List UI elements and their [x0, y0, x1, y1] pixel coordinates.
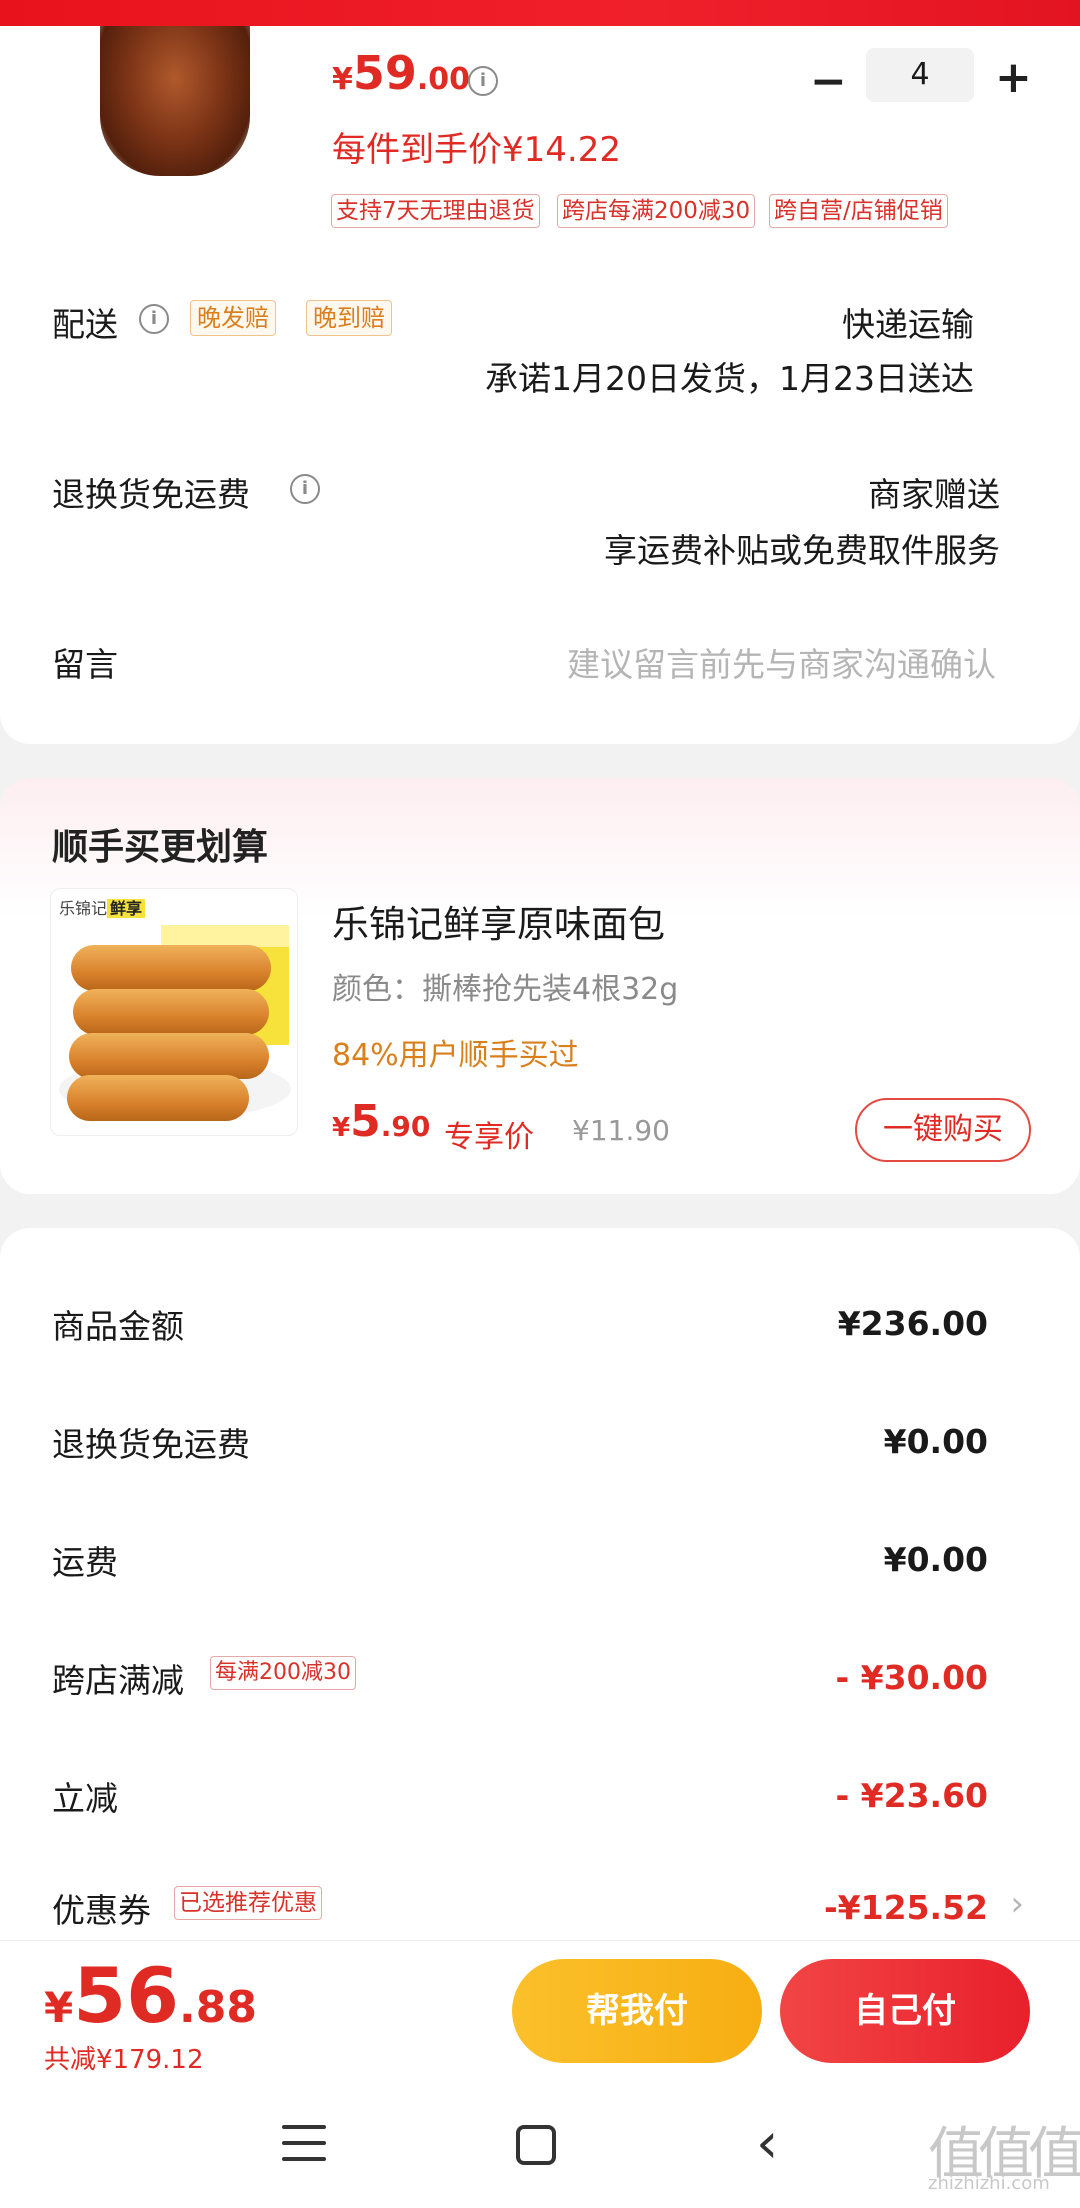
- summary-label-instant-discount: 立减: [52, 1779, 118, 1818]
- upsell-title: 顺手买更划算: [52, 827, 269, 868]
- delivery-info-icon[interactable]: i: [139, 304, 169, 334]
- upsell-card: 顺手买更划算 乐锦记 鲜享 乐锦记鲜享原味面包 颜色：撕棒抢先装4根32g 84%…: [0, 778, 1080, 1194]
- help-me-pay-button[interactable]: 帮我付: [512, 1959, 762, 2063]
- delivery-method[interactable]: 快递运输: [842, 298, 974, 346]
- back-icon[interactable]: ‹: [756, 2111, 778, 2176]
- delivery-label: 配送: [52, 305, 118, 344]
- watermark-url: zhizhizhi.com: [928, 2173, 1050, 2194]
- return-shipping-detail: 享运费补贴或免费取件服务: [604, 531, 1000, 570]
- price-integer: 5: [350, 1096, 381, 1147]
- promo-tag: 跨自营/店铺促销: [769, 194, 948, 228]
- bread-brand-logo: 乐锦记 鲜享: [59, 895, 146, 919]
- summary-label-cross-store: 跨店满减: [52, 1661, 184, 1700]
- bread-stick: [69, 1033, 269, 1079]
- product-image[interactable]: [100, 26, 250, 176]
- price-decimal: .90: [380, 1110, 431, 1143]
- price-symbol: ¥: [332, 62, 353, 97]
- unit-price: 每件到手价¥14.22: [332, 130, 621, 170]
- upsell-price: ¥5.90: [332, 1096, 430, 1147]
- cross-store-tag: 每满200减30: [210, 1656, 356, 1690]
- summary-label-shipping: 运费: [52, 1543, 118, 1582]
- summary-value-shipping: ¥0.00: [883, 1540, 988, 1579]
- summary-value-return-shipping: ¥0.00: [883, 1422, 988, 1461]
- bread-stick: [71, 945, 271, 991]
- return-shipping-info-icon[interactable]: i: [290, 474, 320, 504]
- chevron-right-icon[interactable]: ›: [1010, 1884, 1024, 1924]
- summary-value-instant-discount: - ¥23.60: [835, 1776, 988, 1815]
- summary-label-return-shipping: 退换货免运费: [52, 1425, 250, 1464]
- price-info-icon[interactable]: i: [468, 66, 498, 96]
- price-symbol: ¥: [332, 1113, 351, 1143]
- bread-package-top: [161, 925, 289, 947]
- coupon-tag: 已选推荐优惠: [174, 1886, 322, 1920]
- top-banner: [0, 0, 1080, 26]
- service-tag: 支持7天无理由退货: [331, 194, 540, 228]
- price-integer: 59: [352, 46, 417, 100]
- upsell-product-name[interactable]: 乐锦记鲜享原味面包: [332, 894, 665, 948]
- return-shipping-value: 商家赠送: [868, 475, 1000, 514]
- total-price: ¥56.88: [44, 1951, 257, 2040]
- bread-stick: [67, 1075, 249, 1121]
- product-price: ¥59.00: [332, 46, 470, 100]
- menu-icon[interactable]: [282, 2125, 326, 2161]
- summary-label-coupon: 优惠券: [52, 1891, 151, 1930]
- original-price: ¥11.90: [572, 1114, 670, 1147]
- one-click-buy-button[interactable]: 一键购买: [855, 1098, 1031, 1162]
- late-arrival-compensation-tag: 晚到赔: [306, 300, 392, 336]
- message-label: 留言: [52, 645, 118, 684]
- price-symbol: ¥: [44, 1983, 74, 2032]
- quantity-increase-button[interactable]: +: [995, 52, 1032, 103]
- summary-value-cross-store: - ¥30.00: [835, 1658, 988, 1697]
- checkout-bar: ¥56.88 共减¥179.12 帮我付 自己付 ‹ 值值值 zhizhizhi…: [0, 1940, 1080, 2208]
- upsell-purchase-stat: 84%用户顺手买过: [332, 1038, 579, 1073]
- quantity-input[interactable]: 4: [866, 48, 974, 102]
- order-item-card: ¥59.00 i 每件到手价¥14.22 − 4 + 支持7天无理由退货 跨店每…: [0, 26, 1080, 744]
- promo-tag: 跨店每满200减30: [557, 194, 756, 228]
- upsell-product-spec[interactable]: 颜色：撕棒抢先装4根32g: [332, 964, 678, 1008]
- bread-stick: [73, 989, 269, 1035]
- delivery-promise: 承诺1月20日发货，1月23日送达: [485, 359, 974, 398]
- summary-value-coupon[interactable]: -¥125.52: [824, 1888, 988, 1927]
- summary-label-goods: 商品金额: [52, 1307, 184, 1346]
- late-ship-compensation-tag: 晚发赔: [190, 300, 276, 336]
- quantity-decrease-button[interactable]: −: [810, 56, 847, 107]
- price-decimal: .00: [416, 62, 471, 97]
- return-shipping-label: 退换货免运费: [52, 475, 250, 514]
- home-icon[interactable]: [516, 2125, 556, 2165]
- exclusive-price-label: 专享价: [444, 1120, 534, 1155]
- price-integer: 56: [73, 1951, 179, 2040]
- message-input[interactable]: 建议留言前先与商家沟通确认: [567, 638, 996, 686]
- upsell-product-image[interactable]: 乐锦记 鲜享: [50, 888, 298, 1136]
- pay-myself-button[interactable]: 自己付: [780, 1959, 1030, 2063]
- price-decimal: .88: [179, 1982, 257, 2033]
- summary-value-goods: ¥236.00: [837, 1304, 988, 1343]
- total-saved: 共减¥179.12: [44, 2045, 204, 2075]
